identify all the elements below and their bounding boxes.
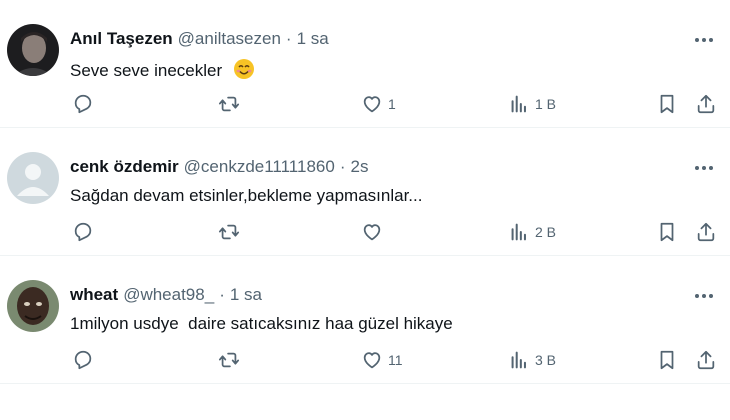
retweet-button[interactable] <box>218 349 245 371</box>
more-options-icon[interactable] <box>692 156 716 180</box>
tweet[interactable]: wheat @wheat98_ · 1 sa 1milyon usdye dai… <box>0 256 730 384</box>
share-button[interactable] <box>695 93 717 115</box>
action-bar: 11 3 B <box>70 349 720 375</box>
reply-button[interactable] <box>72 349 99 371</box>
reply-icon <box>74 94 92 114</box>
timestamp[interactable]: 1 sa <box>230 285 262 305</box>
retweet-button[interactable] <box>218 93 245 115</box>
timestamp[interactable]: 2s <box>351 157 369 177</box>
reply-button[interactable] <box>72 221 99 243</box>
analytics-icon <box>511 223 526 241</box>
views-button[interactable]: 3 B <box>508 349 556 371</box>
tweet[interactable]: cenk özdemir @cenkzde11111860 · 2s Sağda… <box>0 128 730 256</box>
reply-icon <box>74 222 92 242</box>
reply-button[interactable] <box>72 93 99 115</box>
tweet-text: 1milyon usdye daire satıcaksınız haa güz… <box>70 314 453 333</box>
reply-icon <box>74 350 92 370</box>
heart-icon <box>363 96 381 113</box>
action-bar: 2 B <box>70 221 720 247</box>
views-button[interactable]: 1 B <box>508 93 556 115</box>
avatar[interactable] <box>7 24 59 76</box>
share-button[interactable] <box>695 349 717 371</box>
bookmark-button[interactable] <box>656 221 678 243</box>
heart-icon <box>363 352 381 369</box>
views-count: 2 B <box>535 224 557 240</box>
timestamp[interactable]: 1 sa <box>297 29 329 49</box>
like-count: 1 <box>388 96 396 112</box>
views-count: 1 B <box>535 96 557 112</box>
share-icon <box>697 94 715 114</box>
more-options-icon[interactable] <box>692 284 716 308</box>
share-icon <box>697 222 715 242</box>
retweet-button[interactable] <box>218 221 245 243</box>
author-name[interactable]: wheat <box>70 285 118 305</box>
more-options-icon[interactable] <box>692 28 716 52</box>
like-button[interactable]: 11 <box>361 349 403 371</box>
separator-dot: · <box>339 157 346 176</box>
heart-icon <box>363 224 381 241</box>
retweet-icon <box>218 96 240 112</box>
share-icon <box>697 350 715 370</box>
bookmark-button[interactable] <box>656 349 678 371</box>
tweet-text-content: Seve seve inecekler <box>70 61 223 80</box>
views-count: 3 B <box>535 352 557 368</box>
bookmark-icon <box>660 350 674 370</box>
bookmark-icon <box>660 222 674 242</box>
separator-dot: · <box>219 285 225 304</box>
bookmark-icon <box>660 94 674 114</box>
default-avatar[interactable] <box>7 152 59 204</box>
smiling-face-icon <box>233 58 255 85</box>
bookmark-button[interactable] <box>656 93 678 115</box>
action-bar: 1 1 B <box>70 93 720 119</box>
author-handle[interactable]: @aniltasezen <box>178 29 281 49</box>
tweet[interactable]: Anıl Taşezen @aniltasezen · 1 sa Seve se… <box>0 0 730 128</box>
tweet-text: Seve seve inecekler <box>70 58 255 85</box>
author-name[interactable]: cenk özdemir <box>70 157 179 177</box>
like-count: 11 <box>388 352 403 368</box>
share-button[interactable] <box>695 221 717 243</box>
like-button[interactable]: 1 <box>361 93 396 115</box>
author-handle[interactable]: @cenkzde11111860 <box>184 157 335 177</box>
retweet-icon <box>218 352 240 368</box>
tweet-text: Sağdan devam etsinler,bekleme yapmasınla… <box>70 186 423 205</box>
avatar[interactable] <box>7 280 59 332</box>
views-button[interactable]: 2 B <box>508 221 556 243</box>
analytics-icon <box>511 95 526 113</box>
author-name[interactable]: Anıl Taşezen <box>70 29 173 49</box>
analytics-icon <box>511 351 526 369</box>
author-handle[interactable]: @wheat98_ <box>123 285 214 305</box>
like-button[interactable] <box>361 221 388 243</box>
retweet-icon <box>218 224 240 240</box>
separator-dot: · <box>285 29 292 48</box>
